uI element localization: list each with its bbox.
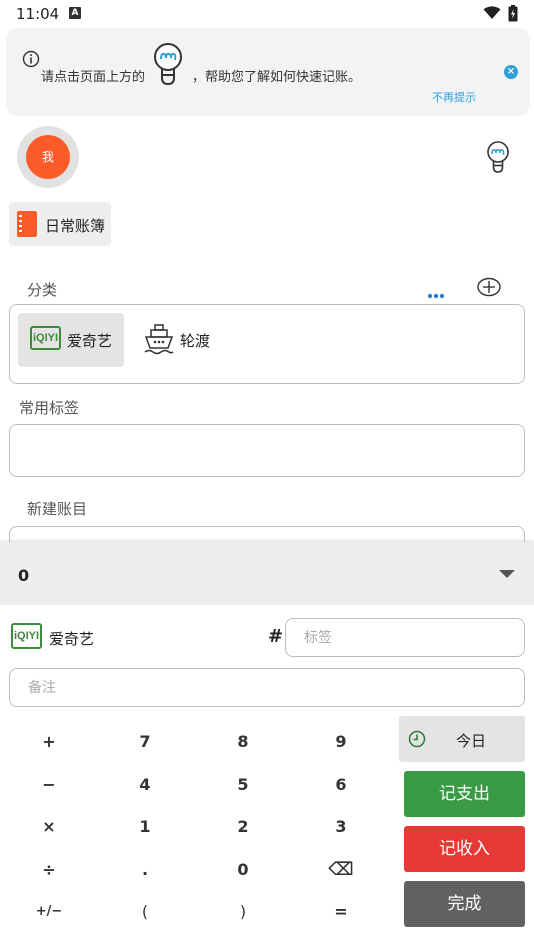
key-minus[interactable]: − bbox=[1, 764, 97, 806]
category-list: iQIYI 爱奇艺 轮渡 bbox=[9, 304, 525, 384]
book-selector[interactable]: 日常账簿 bbox=[9, 202, 111, 246]
key-3[interactable]: 3 bbox=[293, 806, 389, 848]
key-multiply[interactable]: × bbox=[1, 806, 97, 848]
key-open-paren[interactable]: ( bbox=[97, 891, 193, 933]
tags-section-label: 常用标签 bbox=[19, 399, 80, 417]
key-0[interactable]: 0 bbox=[195, 849, 291, 891]
key-1[interactable]: 1 bbox=[97, 806, 193, 848]
record-expense-button[interactable]: 记支出 bbox=[404, 771, 525, 817]
done-button[interactable]: 完成 bbox=[404, 881, 525, 927]
key-6[interactable]: 6 bbox=[293, 764, 389, 806]
backspace-icon[interactable]: ⌫ bbox=[293, 849, 389, 891]
entry-sheet: 0 iQIYI 爱奇艺 # + 7 8 9 − 4 5 6 × 1 2 3 ÷ … bbox=[0, 542, 534, 950]
key-equals[interactable]: = bbox=[293, 891, 389, 933]
category-item-ferry[interactable]: 轮渡 bbox=[134, 313, 224, 367]
key-8[interactable]: 8 bbox=[195, 721, 291, 763]
category-section-label: 分类 bbox=[27, 281, 58, 299]
battery-icon bbox=[508, 5, 518, 22]
add-category-icon[interactable] bbox=[477, 277, 501, 297]
ferry-icon bbox=[144, 324, 174, 355]
note-input[interactable] bbox=[9, 668, 525, 707]
key-close-paren[interactable]: ) bbox=[195, 891, 291, 933]
frequent-tags-box[interactable] bbox=[9, 424, 525, 477]
amount-value: 0 bbox=[18, 566, 30, 585]
close-icon[interactable]: × bbox=[504, 65, 518, 79]
info-icon bbox=[22, 50, 40, 68]
key-5[interactable]: 5 bbox=[195, 764, 291, 806]
wifi-icon bbox=[483, 6, 501, 19]
amount-bar[interactable]: 0 bbox=[0, 542, 534, 605]
clock-icon bbox=[408, 730, 426, 748]
dismiss-tip-link[interactable]: 不再提示 bbox=[432, 89, 476, 105]
notebook-icon bbox=[17, 211, 37, 237]
key-2[interactable]: 2 bbox=[195, 806, 291, 848]
key-decimal[interactable]: . bbox=[97, 849, 193, 891]
lightbulb-icon[interactable] bbox=[153, 42, 183, 86]
key-divide[interactable]: ÷ bbox=[1, 849, 97, 891]
status-bar: 11:04 A bbox=[0, 0, 534, 28]
category-item-label: 爱奇艺 bbox=[67, 332, 113, 350]
key-plus[interactable]: + bbox=[1, 721, 97, 763]
category-item-label: 轮渡 bbox=[180, 332, 211, 350]
tip-text: 请点击页面上方的 bbox=[41, 70, 146, 85]
notification-icon: A bbox=[69, 7, 81, 19]
tag-input[interactable] bbox=[285, 618, 525, 657]
chevron-down-icon[interactable] bbox=[499, 570, 515, 578]
selected-category-label[interactable]: 爱奇艺 bbox=[49, 628, 94, 649]
book-name: 日常账簿 bbox=[45, 217, 106, 235]
record-income-button[interactable]: 记收入 bbox=[404, 826, 525, 872]
key-7[interactable]: 7 bbox=[97, 721, 193, 763]
key-toggle-sign[interactable]: +/− bbox=[1, 891, 97, 933]
date-today-button[interactable]: 今日 bbox=[399, 716, 525, 762]
key-9[interactable]: 9 bbox=[293, 721, 389, 763]
tip-text-continued: ，帮助您了解如何快速记账。 bbox=[192, 70, 362, 85]
lightbulb-icon[interactable] bbox=[486, 141, 510, 173]
avatar[interactable]: 我 bbox=[26, 135, 70, 179]
category-item-iqiyi[interactable]: iQIYI 爱奇艺 bbox=[18, 313, 124, 367]
iqiyi-logo-icon: iQIYI bbox=[30, 326, 61, 350]
iqiyi-logo-icon[interactable]: iQIYI bbox=[11, 623, 42, 649]
more-icon[interactable] bbox=[427, 284, 445, 303]
new-account-section-label: 新建账目 bbox=[27, 500, 88, 518]
today-label: 今日 bbox=[456, 732, 487, 750]
status-time: 11:04 bbox=[16, 5, 60, 23]
tip-banner: 请点击页面上方的 ，帮助您了解如何快速记账。 × 不再提示 bbox=[6, 28, 530, 116]
hash-icon: # bbox=[268, 626, 284, 647]
key-4[interactable]: 4 bbox=[97, 764, 193, 806]
